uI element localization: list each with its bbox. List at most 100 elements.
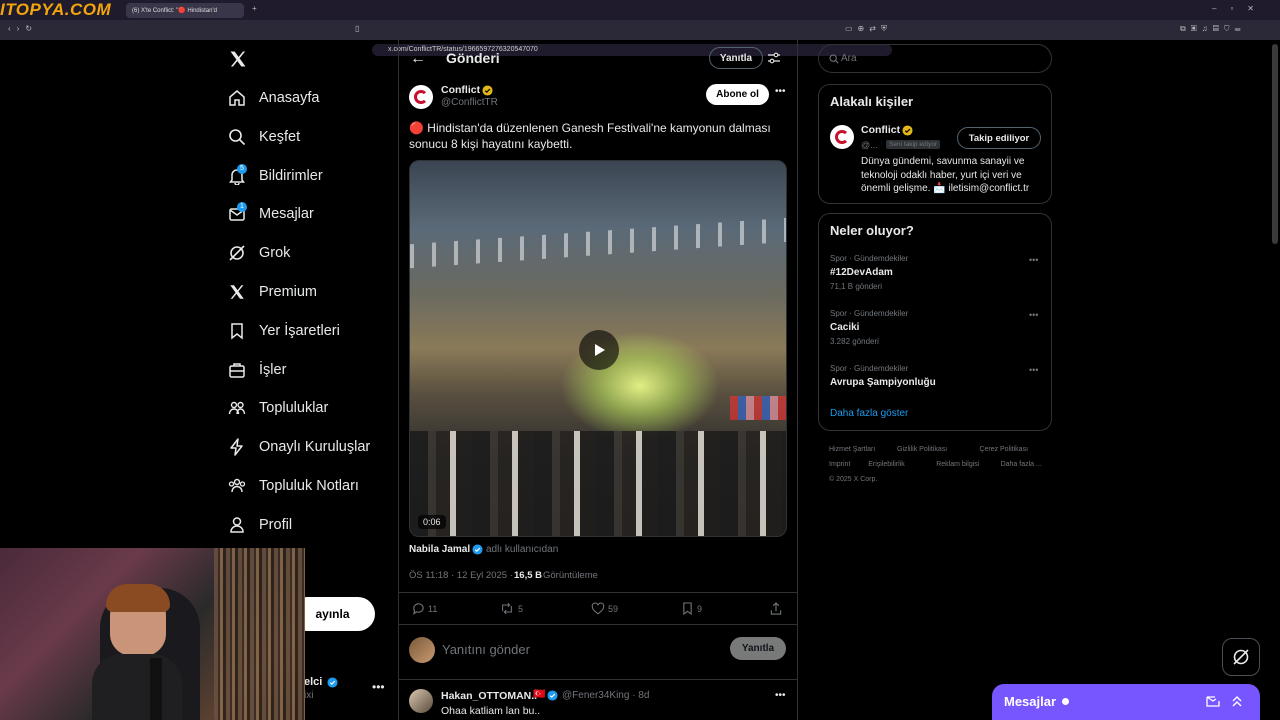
post-video[interactable]: 0:06 [409, 160, 787, 537]
my-avatar[interactable] [409, 637, 435, 663]
new-message-icon[interactable] [1206, 694, 1220, 708]
following-button[interactable]: Takip ediliyor [957, 127, 1041, 149]
new-tab-icon[interactable]: + [252, 4, 257, 13]
page-actions-icons[interactable]: ▭⊕⇄⛨ [845, 24, 892, 34]
sidebar-item-notes[interactable]: Topluluk Notları [228, 471, 359, 501]
trend-title[interactable]: Caciki [830, 322, 859, 333]
sidebar-item-search[interactable]: Keşfet [228, 122, 300, 152]
conflict-avatar[interactable] [409, 85, 433, 109]
footer-link[interactable]: Hizmet Şartları [829, 446, 875, 453]
sidebar-item-person[interactable]: Profil [228, 510, 292, 540]
sidebar-item-briefcase[interactable]: İşler [228, 355, 286, 385]
bookmark-icon[interactable] [682, 602, 693, 615]
trend-title[interactable]: #12DevAdam [830, 267, 893, 278]
search-input[interactable]: Ara [841, 53, 857, 64]
header-reply-button[interactable]: Yanıtla [709, 47, 763, 69]
footer-link[interactable]: Erişilebilirlik [868, 461, 905, 468]
trend-title[interactable]: Avrupa Şampiyonluğu [830, 377, 936, 388]
like-icon[interactable] [591, 602, 605, 615]
nav-arrows-icon[interactable]: ‹›↻ [8, 24, 38, 33]
sidebar-item-label: Topluluklar [259, 400, 329, 417]
trend-more-icon[interactable]: ••• [1029, 255, 1038, 265]
reply-more-icon[interactable]: ••• [775, 690, 786, 701]
sliders-icon[interactable] [767, 51, 781, 65]
briefcase-icon [228, 361, 246, 379]
views-label: Görüntüleme [543, 570, 598, 581]
browser-tab[interactable]: (6) X'te Conflict: "🔴 Hindistan'd [126, 3, 244, 18]
views-count: 16,5 B [514, 570, 542, 581]
footer-link[interactable]: Gizlilik Politikası [897, 446, 947, 453]
sidebar-item-bell[interactable]: 5 Bildirimler [228, 161, 323, 191]
sidebar-item-label: Yer İşaretleri [259, 322, 340, 339]
messages-drawer-label[interactable]: Mesajlar [1004, 694, 1056, 709]
account-handle: ixi [304, 690, 314, 701]
footer-link[interactable]: Daha fazla ... [1001, 461, 1042, 468]
messages-drawer[interactable]: Mesajlar [992, 684, 1260, 720]
sidebar-item-label: Anasayfa [259, 90, 320, 106]
search-icon [829, 54, 839, 64]
sidebar-item-grok[interactable]: Grok [228, 238, 290, 268]
sidebar-item-x[interactable]: Premium [228, 277, 317, 307]
x-logo-icon[interactable] [228, 49, 248, 69]
related-bio: Dünya gündemi, savunma sanayii ve teknol… [861, 156, 1030, 194]
person-hair [106, 584, 170, 612]
account-more-icon[interactable]: ••• [372, 680, 385, 694]
trend-more-icon[interactable]: ••• [1029, 365, 1038, 375]
trend-more-icon[interactable]: ••• [1029, 310, 1038, 320]
back-arrow-icon[interactable]: ← [410, 50, 426, 68]
sidebar-item-bookmark[interactable]: Yer İşaretleri [228, 316, 340, 346]
expand-drawer-icon[interactable] [1230, 694, 1244, 708]
account-name[interactable]: elci [304, 676, 322, 688]
reply-input[interactable]: Yanıtını gönder [442, 642, 530, 657]
follow-button[interactable]: Abone ol [706, 84, 769, 105]
reply-flag: 🇹🇷 [533, 689, 546, 700]
scrollbar[interactable] [1272, 44, 1278, 244]
related-avatar[interactable] [830, 125, 854, 149]
related-name[interactable]: Conflict [861, 124, 900, 136]
footer-link[interactable]: Imprint [829, 461, 850, 468]
grok-floating-button[interactable] [1222, 638, 1260, 676]
sidebar-item-people[interactable]: Topluluklar [228, 393, 328, 423]
page-title: Gönderi [446, 50, 500, 66]
people-icon [228, 399, 246, 417]
bunting-flags [730, 396, 786, 420]
post-more-icon[interactable]: ••• [775, 86, 786, 97]
grok-icon [228, 244, 246, 262]
reply-author-name[interactable]: Hakan_OTTOMAN.. [441, 690, 537, 702]
reply-icon[interactable] [412, 602, 425, 615]
search-box[interactable]: Ara [818, 44, 1052, 73]
trend-category: Spor · Gündemdekiler [830, 364, 909, 373]
author-name[interactable]: Conflict [441, 84, 480, 96]
watermark-logo: ITOPYA.COM [0, 0, 112, 19]
reply-handle[interactable]: @Fener34King · 8d [562, 690, 649, 701]
share-icon[interactable] [770, 602, 782, 615]
sidebar-item-label: Bildirimler [259, 167, 323, 184]
sidebar-item-mail[interactable]: 1 Mesajlar [228, 199, 314, 229]
grok-icon [1233, 649, 1249, 665]
sidebar-item-lightning[interactable]: Onaylı Kuruluşlar [228, 432, 370, 462]
sidebar-item-home[interactable]: Anasayfa [228, 83, 319, 113]
window-controls[interactable]: –▫✕ [1212, 4, 1268, 13]
repost-icon[interactable] [500, 602, 514, 615]
footer-link[interactable]: Çerez Politikası [979, 446, 1028, 453]
sidebar-item-label: Premium [259, 284, 318, 300]
extension-icons[interactable]: ⧉▣♫▤⛉☰ [1180, 24, 1246, 34]
compose-reply-button[interactable]: Yanıtla [730, 637, 786, 660]
footer-link[interactable]: Reklam bilgisi [936, 461, 979, 468]
mail-icon: 1 [228, 202, 247, 223]
play-icon[interactable] [579, 330, 619, 370]
reply-avatar[interactable] [409, 689, 433, 713]
trend-count: 3.282 gönderi [830, 337, 879, 346]
author-handle[interactable]: @ConflictTR [441, 97, 498, 108]
bookshelf [214, 548, 305, 720]
trends-title: Neler oluyor? [830, 223, 914, 238]
post-time[interactable]: ÖS 11:18 · 12 Eyl 2025 · [409, 570, 513, 581]
attribution-name[interactable]: Nabila Jamal [409, 544, 470, 555]
home-icon [228, 89, 246, 107]
bookmark-count: 9 [697, 604, 703, 614]
microphone [150, 658, 162, 720]
verified-gold-icon [482, 85, 493, 96]
show-more-link[interactable]: Daha fazla göster [830, 408, 908, 419]
related-handle[interactable]: @... [861, 140, 878, 150]
bookmark-page-icon[interactable]: ▯ [355, 24, 359, 33]
